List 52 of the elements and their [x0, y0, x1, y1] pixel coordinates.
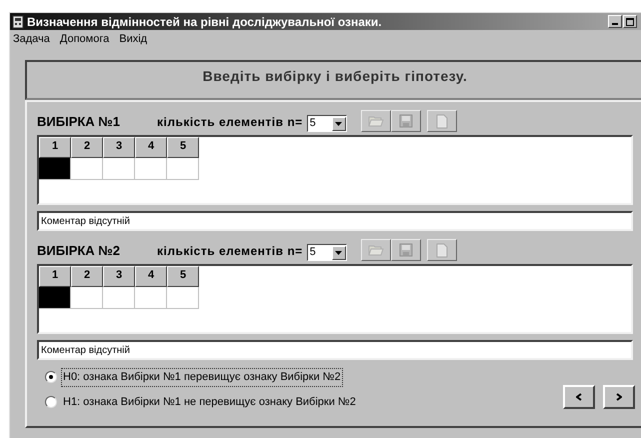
- menu-item[interactable]: Вихід: [119, 30, 148, 48]
- column-header: 4: [135, 266, 167, 287]
- grid-cell[interactable]: [167, 287, 199, 309]
- grid-cell[interactable]: [103, 158, 135, 180]
- maximize-button[interactable]: [623, 15, 637, 28]
- count-label: кількість елементів n=: [157, 243, 303, 260]
- column-header: 1: [39, 137, 71, 158]
- window-title: Визначення відмінностей на рівні досліджувальної ознаки.: [27, 14, 382, 30]
- app-icon: [12, 14, 24, 28]
- count-dropdown[interactable]: 5: [306, 115, 347, 132]
- chevron-left-icon: [576, 393, 582, 401]
- column-header: 1: [39, 266, 71, 287]
- column-header: 5: [167, 266, 199, 287]
- menu-item[interactable]: Допомога: [60, 30, 110, 48]
- count-dropdown[interactable]: 5: [306, 244, 347, 261]
- comment-field[interactable]: Коментар відсутній: [37, 340, 633, 360]
- back-button[interactable]: [563, 385, 595, 409]
- chevron-right-icon: [616, 393, 622, 401]
- radio-button[interactable]: [45, 396, 57, 408]
- grid-cell[interactable]: [135, 158, 167, 180]
- blank-page-icon: [436, 114, 448, 128]
- grid-cell[interactable]: [39, 287, 71, 309]
- column-header: 2: [71, 266, 103, 287]
- column-header: 3: [103, 266, 135, 287]
- sample-title: ВИБІРКА №1: [37, 112, 122, 130]
- hypothesis-label[interactable]: H1: ознака Вибірки №1 не перевищує ознаку Вибірки №2: [61, 392, 358, 411]
- folder-icon: [368, 244, 384, 256]
- blank-page-icon: [436, 242, 448, 258]
- grid-cell[interactable]: [103, 287, 135, 309]
- comment-field[interactable]: Коментар відсутній: [37, 211, 633, 231]
- minimize-icon: [612, 23, 618, 25]
- column-header: 4: [135, 137, 167, 158]
- maximize-icon: [626, 18, 634, 26]
- instruction-heading: Введіть вибірку і виберіть гіпотезу.: [202, 67, 468, 86]
- minimize-button[interactable]: [608, 15, 622, 28]
- column-header: 3: [103, 137, 135, 158]
- sample-title: ВИБІРКА №2: [37, 242, 122, 260]
- dropdown-arrow-icon: [335, 122, 342, 126]
- radio-button[interactable]: [45, 371, 57, 384]
- grid-cell[interactable]: [167, 158, 199, 180]
- folder-icon: [368, 115, 384, 127]
- menu-item[interactable]: Задача: [13, 30, 50, 48]
- count-label: кількість елементів n=: [157, 114, 303, 131]
- grid-cell[interactable]: [39, 158, 71, 180]
- grid-cell[interactable]: [135, 287, 167, 309]
- grid-cell[interactable]: [71, 287, 103, 309]
- next-button[interactable]: [603, 385, 635, 409]
- column-header: 2: [71, 137, 103, 158]
- dropdown-arrow-icon: [335, 250, 342, 254]
- hypothesis-label[interactable]: H0: ознака Вибірки №1 перевищує ознаку Вибірки №2: [61, 368, 343, 386]
- column-header: 5: [167, 137, 199, 158]
- grid-cell[interactable]: [71, 158, 103, 180]
